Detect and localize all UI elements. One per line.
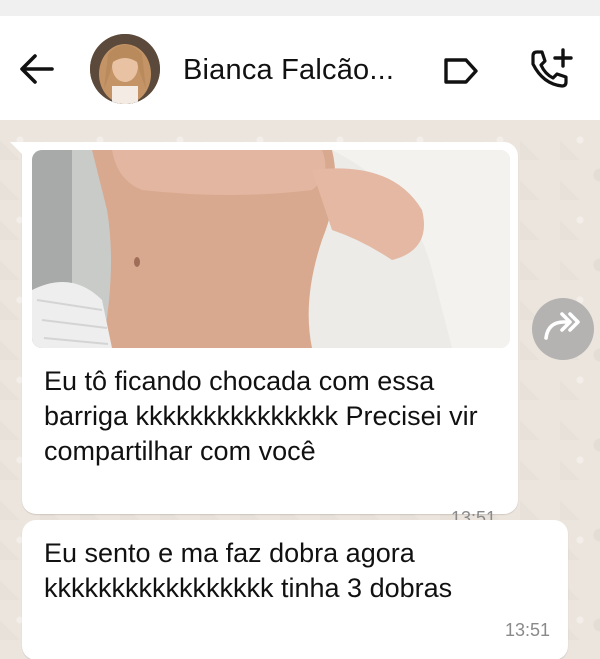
add-call-button[interactable] xyxy=(525,46,577,94)
label-tag-icon xyxy=(444,58,478,84)
avatar-image xyxy=(90,34,160,104)
avatar[interactable] xyxy=(90,34,160,104)
label-button[interactable] xyxy=(440,54,482,88)
forward-icon xyxy=(544,312,580,340)
message-text: Eu tô ficando chocada com essa barriga k… xyxy=(44,366,478,466)
bubble-tail xyxy=(10,142,24,156)
back-button[interactable] xyxy=(18,52,56,86)
photo-content xyxy=(32,150,510,348)
incoming-message[interactable]: Eu sento e ma faz dobra agora kkkkkkkkkk… xyxy=(22,520,568,659)
message-image[interactable] xyxy=(32,150,510,348)
message-time: 13:51 xyxy=(504,620,550,640)
message-text: Eu sento e ma faz dobra agora kkkkkkkkkk… xyxy=(44,538,453,603)
incoming-message[interactable]: Eu tô ficando chocada com essa barriga k… xyxy=(10,142,518,528)
forward-button[interactable] xyxy=(532,298,594,360)
contact-name[interactable]: Bianca Falcão... xyxy=(183,54,423,87)
status-strip xyxy=(0,0,600,16)
chat-header: Bianca Falcão... xyxy=(0,16,600,120)
chat-area[interactable]: Eu tô ficando chocada com essa barriga k… xyxy=(0,120,600,659)
add-call-icon xyxy=(531,48,573,88)
arrow-left-icon xyxy=(20,54,54,84)
